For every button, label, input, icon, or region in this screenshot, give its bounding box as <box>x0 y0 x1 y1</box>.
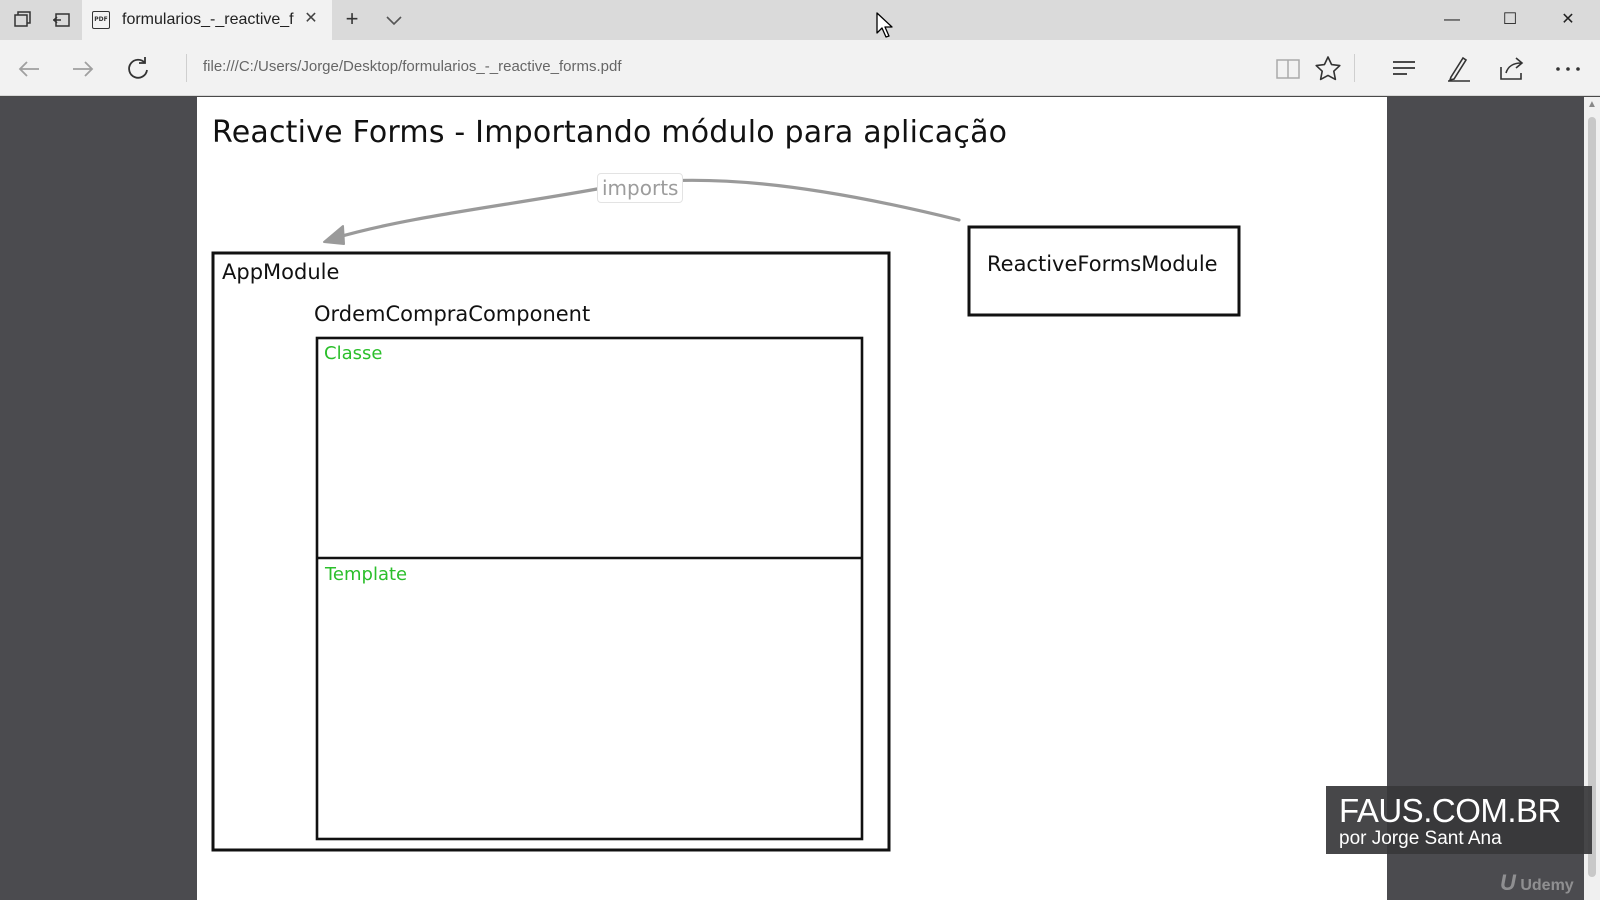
scroll-up-icon[interactable]: ▲ <box>1586 99 1598 111</box>
faus-subtitle: por Jorge Sant Ana <box>1339 828 1502 849</box>
refresh-icon[interactable] <box>124 54 154 84</box>
diagram-shapes <box>211 178 1241 852</box>
classe-label: Classe <box>324 343 383 364</box>
udemy-logo-icon: U <box>1500 870 1516 895</box>
new-tab-button[interactable]: + <box>340 8 364 32</box>
back-arrow-icon[interactable] <box>14 54 44 84</box>
pdf-icon: PDF <box>92 11 110 29</box>
close-window-button[interactable]: ✕ <box>1540 0 1596 40</box>
address-separator <box>186 54 187 82</box>
tab-pdf[interactable]: PDF formularios_-_reactive_f ✕ <box>82 0 332 40</box>
pdf-viewer: Reactive Forms - Importando módulo para … <box>0 97 1600 900</box>
app-module-label: AppModule <box>222 260 340 284</box>
tab-actions-icon[interactable] <box>10 8 34 32</box>
component-box <box>315 336 864 841</box>
set-aside-tabs-icon[interactable] <box>50 8 74 32</box>
imports-arrowhead <box>323 225 345 245</box>
tab-title: formularios_-_reactive_f <box>122 11 294 28</box>
maximize-button[interactable]: ☐ <box>1482 0 1538 40</box>
chevron-down-icon[interactable] <box>382 8 406 32</box>
faus-title: FAUS.COM.BR <box>1339 792 1561 829</box>
toolbar-separator <box>1354 54 1355 82</box>
app-module-box <box>211 251 891 852</box>
address-bar[interactable]: file:///C:/Users/Jorge/Desktop/formulari… <box>203 58 621 75</box>
share-icon[interactable] <box>1496 53 1528 85</box>
pen-icon[interactable] <box>1442 53 1474 85</box>
star-icon[interactable] <box>1312 53 1344 85</box>
hub-icon[interactable] <box>1388 53 1420 85</box>
forward-arrow-icon[interactable] <box>68 54 98 84</box>
pdf-page: Reactive Forms - Importando módulo para … <box>197 97 1387 900</box>
template-label: Template <box>325 564 408 585</box>
udemy-text: Udemy <box>1520 877 1574 894</box>
scroll-thumb[interactable] <box>1588 117 1596 877</box>
more-icon[interactable] <box>1552 53 1584 85</box>
reading-view-icon[interactable] <box>1272 53 1304 85</box>
reactive-forms-module-label: ReactiveFormsModule <box>987 252 1218 276</box>
browser-title-bar: PDF formularios_-_reactive_f ✕ + — ☐ ✕ <box>0 0 1600 40</box>
faus-watermark: FAUS.COM.BR por Jorge Sant Ana <box>1326 786 1592 854</box>
mouse-cursor-icon <box>876 12 894 38</box>
udemy-watermark: U Udemy <box>1500 870 1574 896</box>
vertical-scrollbar[interactable]: ▲ <box>1584 97 1600 900</box>
imports-label: imports <box>597 173 684 203</box>
navigation-bar: file:///C:/Users/Jorge/Desktop/formulari… <box>0 40 1600 96</box>
component-label: OrdemCompraComponent <box>314 302 591 326</box>
close-tab-icon[interactable]: ✕ <box>300 8 322 30</box>
minimize-button[interactable]: — <box>1424 0 1480 40</box>
